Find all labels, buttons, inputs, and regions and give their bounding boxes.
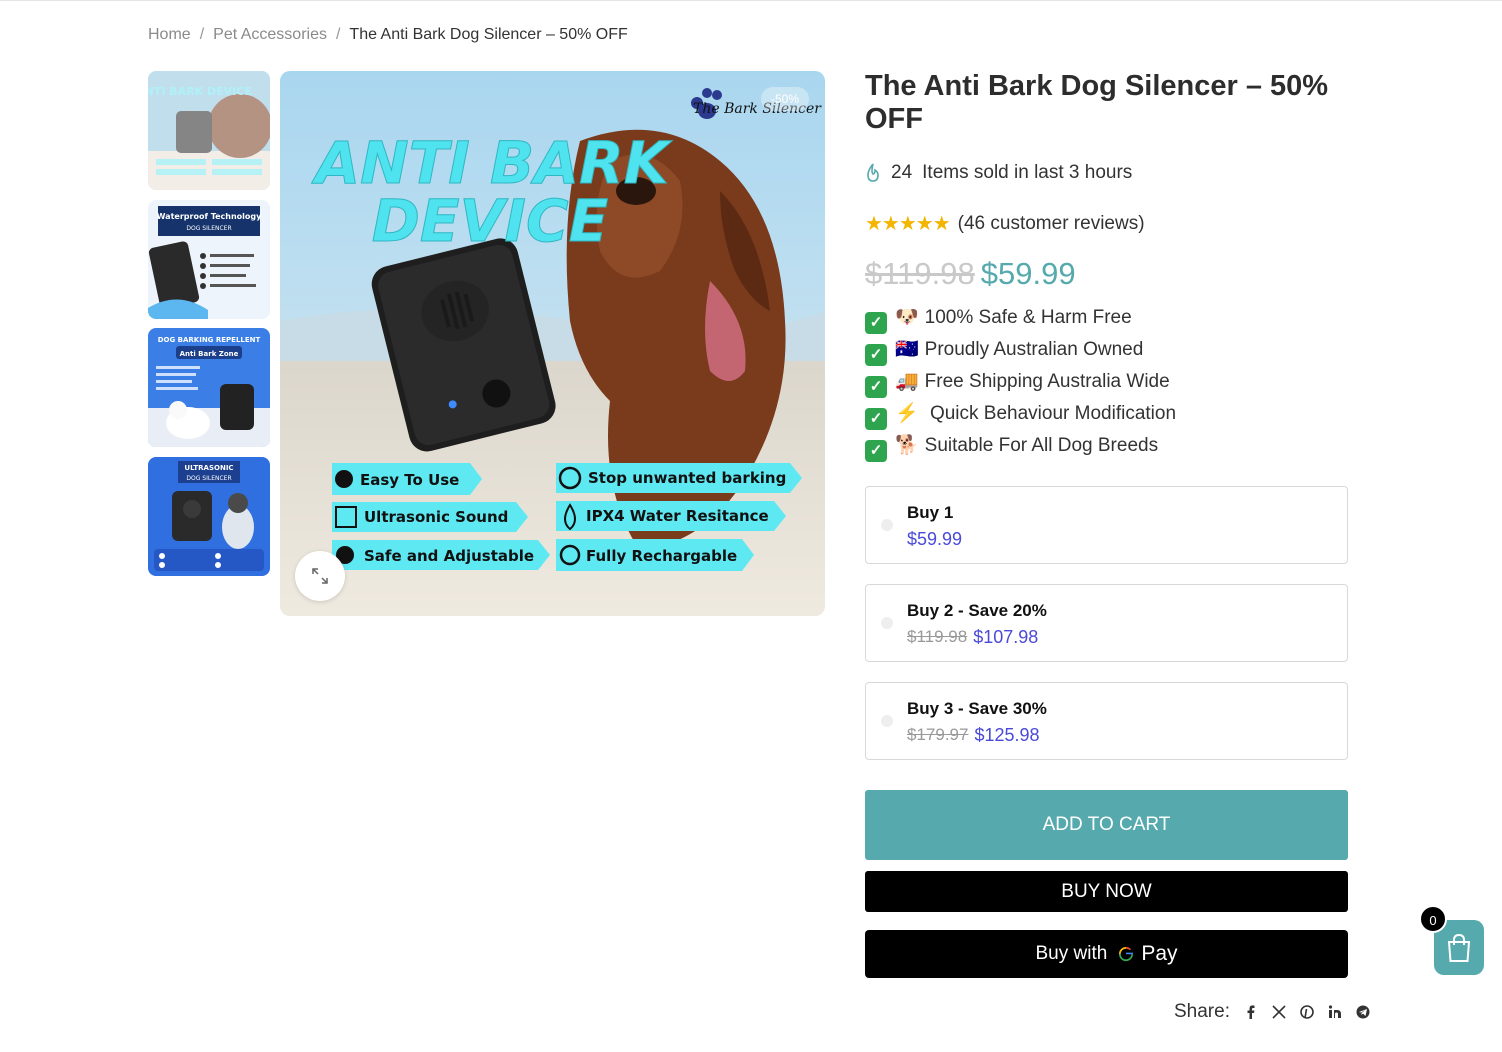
checkmark-icon: ✓ <box>865 408 887 430</box>
bundle-option-buy-3[interactable]: Buy 3 - Save 30% $179.97 $125.98 <box>865 682 1348 760</box>
feature-text: Proudly Australian Owned <box>924 339 1144 360</box>
option-price: $59.99 <box>907 529 963 549</box>
svg-text:DOG BARKING REPELLENT: DOG BARKING REPELLENT <box>158 336 261 344</box>
breadcrumb-home[interactable]: Home <box>148 26 191 44</box>
option-prices: $59.99 <box>907 529 962 550</box>
checkmark-icon: ✓ <box>865 344 887 366</box>
svg-text:IPX4 Water Resitance: IPX4 Water Resitance <box>586 507 769 525</box>
option-radio[interactable] <box>881 519 893 531</box>
option-radio[interactable] <box>881 715 893 727</box>
feature-text: Suitable For All Dog Breeds <box>924 435 1159 456</box>
feature-text: 100% Safe & Harm Free <box>924 307 1132 328</box>
checkmark-icon: ✓ <box>865 312 887 334</box>
breadcrumb: Home / Pet Accessories / The Anti Bark Dog S… <box>148 26 628 44</box>
thumbnail-2[interactable]: Waterproof Technology DOG SILENCER <box>148 200 270 319</box>
flame-icon <box>867 163 879 182</box>
sale-badge: -50% <box>761 87 809 111</box>
thumbnail-3[interactable]: DOG BARKING REPELLENT Anti Bark Zone <box>148 328 270 447</box>
breadcrumb-current: The Anti Bark Dog Silencer – 50% OFF <box>349 26 628 43</box>
svg-text:Stop unwanted barking: Stop unwanted barking <box>588 469 786 487</box>
bundle-option-buy-1[interactable]: Buy 1 $59.99 <box>865 486 1348 564</box>
svg-text:ULTRASONIC: ULTRASONIC <box>184 464 233 472</box>
breadcrumb-separator: / <box>199 26 205 43</box>
option-title: Buy 2 - Save 20% <box>907 601 1047 620</box>
feature-emoji: 🚚 <box>895 371 919 392</box>
google-pay-button[interactable]: Buy with Pay <box>865 930 1348 978</box>
pinterest-icon[interactable] <box>1300 1005 1314 1019</box>
sold-count: 24 <box>891 162 913 183</box>
main-product-image[interactable]: The Bark Silencer ANTI BARK DEVICE Easy … <box>280 71 825 616</box>
sold-text: Items sold in last 3 hours <box>922 162 1133 183</box>
feature-item: ✓ 🇦🇺 Proudly Australian Owned <box>865 334 1176 366</box>
svg-text:Waterproof Technology: Waterproof Technology <box>157 212 262 221</box>
buy-now-button[interactable]: BUY NOW <box>865 871 1348 912</box>
sale-price: $59.99 <box>980 256 1076 291</box>
svg-text:DOG SILENCER: DOG SILENCER <box>186 475 231 482</box>
option-title: Buy 1 <box>907 503 954 522</box>
feature-emoji: 🐕 <box>895 435 919 456</box>
bundle-option-buy-2[interactable]: Buy 2 - Save 20% $119.98 $107.98 <box>865 584 1348 662</box>
share-label: Share: <box>1174 1001 1230 1022</box>
pay-label: Pay <box>1141 942 1178 965</box>
svg-text:Safe and Adjustable: Safe and Adjustable <box>364 547 534 565</box>
buy-with-label: Buy with <box>1035 943 1108 964</box>
checkmark-icon: ✓ <box>865 440 887 462</box>
expand-icon <box>312 568 328 584</box>
thumbnail-1[interactable]: ANTI BARK DEVICE <box>148 71 270 190</box>
feature-item: ✓ 🚚 Free Shipping Australia Wide <box>865 366 1176 398</box>
breadcrumb-separator: / <box>335 26 341 43</box>
feature-emoji: 🐶 <box>895 307 919 328</box>
svg-text:DOG SILENCER: DOG SILENCER <box>186 225 231 232</box>
product-title: The Anti Bark Dog Silencer – 50% OFF <box>865 70 1329 135</box>
feature-emoji: ⚡ <box>895 403 919 424</box>
feature-text: Quick Behaviour Modification <box>924 403 1177 424</box>
rating-stars-icon: ★★★★★ <box>865 213 951 235</box>
price: $119.98 $59.99 <box>865 256 1076 292</box>
feature-list: ✓ 🐶 100% Safe & Harm Free ✓ 🇦🇺 Proudly Austr… <box>865 302 1176 462</box>
rating: ★★★★★ (46 customer reviews) <box>865 211 1145 236</box>
option-title: Buy 3 - Save 30% <box>907 699 1047 718</box>
google-g-icon <box>1117 945 1135 963</box>
feature-emoji: 🇦🇺 <box>895 339 919 360</box>
svg-text:Ultrasonic Sound: Ultrasonic Sound <box>364 508 508 526</box>
svg-text:Anti Bark Zone: Anti Bark Zone <box>180 350 239 358</box>
add-to-cart-button[interactable]: ADD TO CART <box>865 790 1348 860</box>
svg-text:Fully Rechargable: Fully Rechargable <box>586 547 737 565</box>
facebook-icon[interactable] <box>1244 1005 1258 1019</box>
option-prices: $179.97 $125.98 <box>907 725 1040 746</box>
sold-counter: 24 Items sold in last 3 hours <box>865 162 1132 184</box>
checkmark-icon: ✓ <box>865 376 887 398</box>
share-bar: Share: <box>1174 1001 1370 1023</box>
feature-item: ✓ 🐕 Suitable For All Dog Breeds <box>865 430 1176 462</box>
option-price: $107.98 <box>973 627 1039 647</box>
svg-text:ANTI BARK DEVICE: ANTI BARK DEVICE <box>148 85 252 98</box>
shopping-bag-icon <box>1447 933 1471 962</box>
linkedin-icon[interactable] <box>1328 1005 1342 1019</box>
breadcrumb-pet-accessories[interactable]: Pet Accessories <box>213 26 327 44</box>
zoom-button[interactable] <box>295 551 345 601</box>
top-divider <box>0 0 1502 1</box>
option-old-price: $179.97 <box>907 725 969 744</box>
reviews-link[interactable]: (46 customer reviews) <box>958 213 1145 235</box>
svg-text:Easy To Use: Easy To Use <box>360 471 459 489</box>
thumbnail-4[interactable]: ULTRASONIC DOG SILENCER <box>148 457 270 576</box>
option-price: $125.98 <box>974 725 1040 745</box>
option-old-price: $119.98 <box>907 627 968 646</box>
feature-text: Free Shipping Australia Wide <box>924 371 1170 392</box>
feature-item: ✓ 🐶 100% Safe & Harm Free <box>865 302 1176 334</box>
telegram-icon[interactable] <box>1356 1005 1370 1019</box>
x-icon[interactable] <box>1272 1005 1286 1019</box>
cart-count-badge: 0 <box>1419 905 1447 933</box>
old-price: $119.98 <box>865 256 975 291</box>
option-radio[interactable] <box>881 617 893 629</box>
svg-text:DEVICE: DEVICE <box>372 187 608 255</box>
feature-item: ✓ ⚡ Quick Behaviour Modification <box>865 398 1176 430</box>
option-prices: $119.98 $107.98 <box>907 627 1038 648</box>
